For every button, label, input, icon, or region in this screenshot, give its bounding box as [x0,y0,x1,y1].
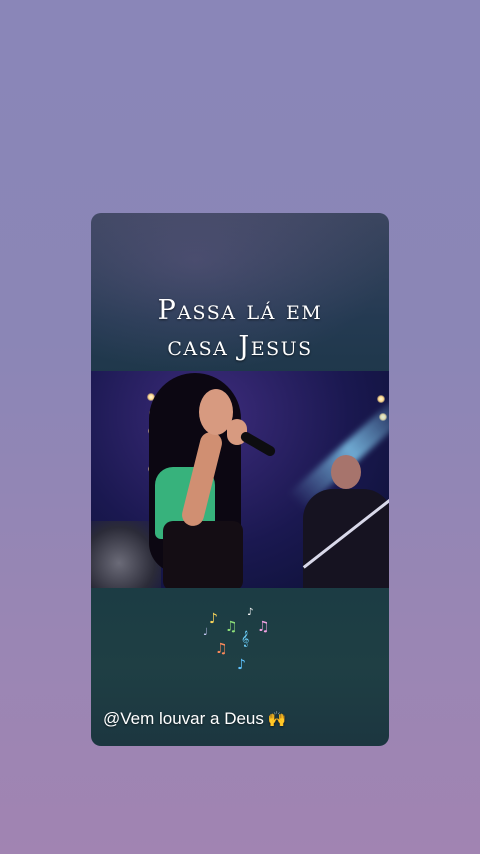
story-caption: @Vem louvar a Deus 🙌 [103,709,287,729]
story-title-line-2: casa Jesus [167,331,313,362]
violinist-body [303,489,389,588]
story-card[interactable]: Passa lá em casa Jesus ♪ ♫ ♪ ♫ 𝄞 ♫ ♪ ♩ @… [91,213,389,746]
caption-text: @Vem louvar a Deus [103,709,264,728]
video-frame[interactable] [91,371,389,588]
raising-hands-icon: 🙌 [267,710,287,728]
singer-body [163,521,243,588]
stage-light [377,395,385,403]
story-title: Passa lá em casa Jesus [91,293,389,365]
story-title-line-1: Passa lá em [157,295,323,326]
microphone [239,430,277,458]
violinist-head [331,455,361,489]
music-notes-icon: ♪ ♫ ♪ ♫ 𝄞 ♫ ♪ ♩ [203,607,270,673]
